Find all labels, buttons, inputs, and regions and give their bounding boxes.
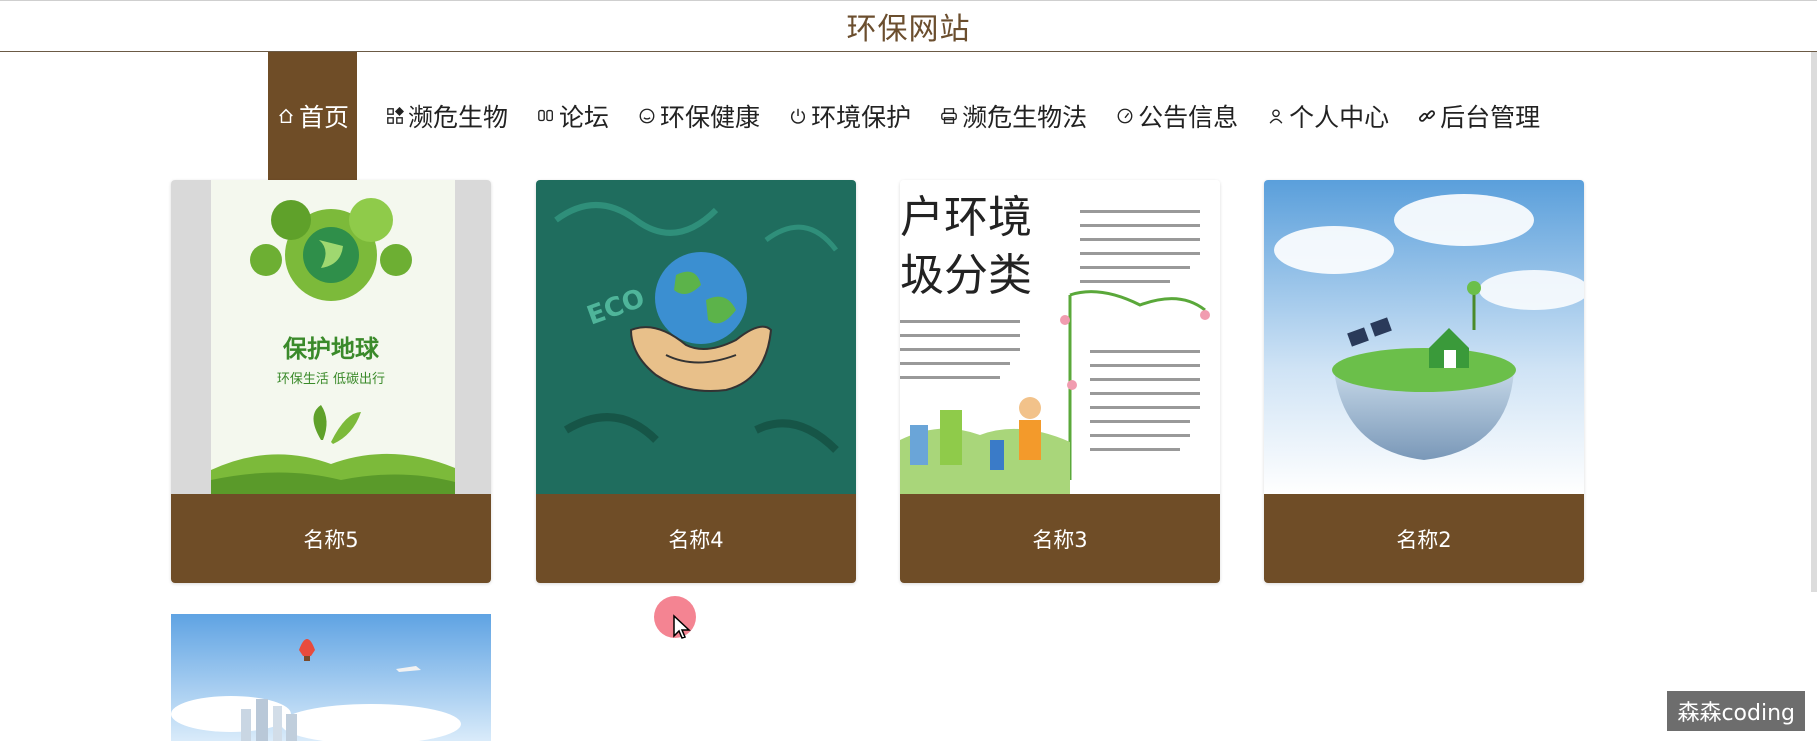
nav-item-label: 论坛 <box>559 103 610 132</box>
nav-item-personal-center[interactable]: 个人中心 <box>1266 52 1389 180</box>
poster-title: 保护地球 <box>282 335 380 363</box>
nav-item-endangered-species[interactable]: 濒危生物 <box>385 52 508 180</box>
gauge-icon <box>1115 106 1135 126</box>
nav-item-label: 后台管理 <box>1440 103 1541 132</box>
nav-item-home[interactable]: 首页 <box>268 52 358 180</box>
nav-item-label: 公告信息 <box>1138 103 1239 132</box>
watermark: 森森coding <box>1667 691 1805 731</box>
product-card[interactable]: ECO 名称4 <box>536 180 856 583</box>
scrollbar[interactable] <box>1811 52 1817 592</box>
card-image-earth-poster: 保护地球 环保生活 低碳出行 <box>171 180 491 494</box>
chat-icon <box>536 106 556 126</box>
product-card[interactable]: 户环境 圾分类 名称3 <box>900 180 1220 583</box>
link-icon <box>1417 106 1437 126</box>
grid-icon <box>385 106 405 126</box>
card-label: 名称5 <box>171 494 491 583</box>
nav-item-endangered-species-law[interactable]: 濒危生物法 <box>939 52 1087 180</box>
poster-subtitle: 环保生活 低碳出行 <box>277 372 385 387</box>
card-label: 名称3 <box>900 494 1220 583</box>
product-card[interactable] <box>171 614 491 741</box>
poster-title-line1: 户环境 <box>900 192 1032 243</box>
nav-item-label: 环保健康 <box>660 103 761 132</box>
mouse-cursor-icon <box>673 614 691 639</box>
poster-title-line2: 圾分类 <box>900 250 1032 301</box>
nav-item-label: 濒危生物法 <box>962 103 1088 132</box>
nav-item-environment-protection[interactable]: 环境保护 <box>788 52 911 180</box>
nav-item-admin[interactable]: 后台管理 <box>1417 52 1540 180</box>
printer-icon <box>939 106 959 126</box>
nav-item-label: 环境保护 <box>811 103 912 132</box>
user-icon <box>1266 106 1286 126</box>
product-card[interactable]: 保护地球 环保生活 低碳出行 名称5 <box>171 180 491 583</box>
card-label: 名称4 <box>536 494 856 583</box>
nav-item-forum[interactable]: 论坛 <box>536 52 609 180</box>
power-icon <box>788 106 808 126</box>
card-image-recycling-poster: 户环境 圾分类 <box>900 180 1220 494</box>
site-title: 环保网站 <box>846 12 971 47</box>
card-image-city-sky <box>171 614 491 741</box>
home-icon <box>276 106 296 126</box>
card-image-globe-hands: ECO <box>536 180 856 494</box>
card-label: 名称2 <box>1264 494 1584 583</box>
nav-item-label: 首页 <box>299 103 350 132</box>
main-nav: 首页 濒危生物 论坛 环保健康 环境保护 濒危生物法 公告信息 个人中心 后台管… <box>268 52 1540 180</box>
nav-item-label: 濒危生物 <box>408 103 509 132</box>
nav-item-eco-health[interactable]: 环保健康 <box>637 52 760 180</box>
smile-icon <box>637 106 657 126</box>
site-header: 环保网站 <box>0 0 1817 52</box>
card-image-green-house-globe <box>1264 180 1584 494</box>
nav-item-label: 个人中心 <box>1289 103 1390 132</box>
product-card[interactable]: 名称2 <box>1264 180 1584 583</box>
nav-item-announcements[interactable]: 公告信息 <box>1115 52 1238 180</box>
